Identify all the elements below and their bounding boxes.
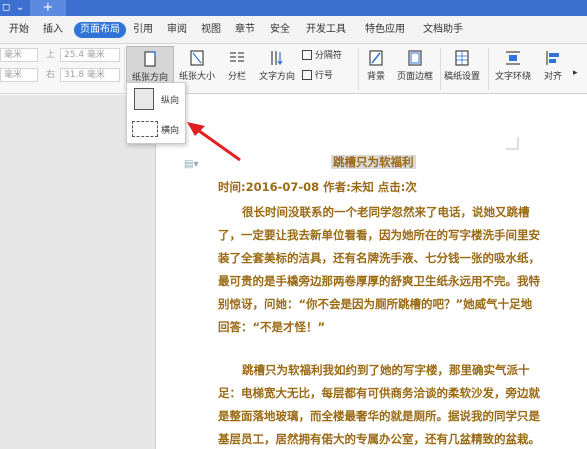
- document-canvas: ▤▾ 跳槽只为软福利 时间:2016-07-08 作者:未知 点击:次 很长时间…: [0, 95, 587, 449]
- draft-grid-icon: [455, 50, 469, 66]
- align-button[interactable]: 对齐: [538, 46, 568, 84]
- annotation-arrow-icon: [187, 122, 241, 162]
- menu-bar: 开始 插入 页面布局 引用 审阅 视图 章节 安全 开发工具 特色应用 文档助手: [0, 16, 587, 44]
- new-tab-button[interactable]: +: [30, 0, 66, 16]
- paragraph-line: 很长时间没联系的一个老同学忽然来了电话，说她又跳槽: [242, 205, 530, 219]
- page-border-button[interactable]: 页面边框: [394, 46, 436, 84]
- window-icon[interactable]: ◻: [2, 2, 14, 14]
- paragraph-line: 装了全套美标的洁具，还有名牌洗手液、七分钱一张的吸水纸，: [218, 251, 540, 265]
- paragraph-line: 足：电梯宽大无比，每层都有可供商务洽谈的柔软沙发，旁边就: [218, 386, 540, 400]
- more-icon[interactable]: ▸: [570, 46, 586, 84]
- line-number-icon: [302, 69, 312, 80]
- background-icon: [369, 50, 383, 66]
- page-corner-mark: [506, 137, 519, 150]
- paragraph-line: 跳槽只为软福利我如约到了她的写字楼，那里确实气派十: [242, 363, 530, 377]
- landscape-option[interactable]: 横向: [130, 116, 184, 142]
- paper-size-button[interactable]: 纸张大小: [176, 46, 218, 84]
- menu-view[interactable]: 视图: [198, 22, 224, 38]
- menu-page-layout[interactable]: 页面布局: [74, 22, 126, 38]
- menu-home[interactable]: 开始: [6, 22, 32, 38]
- page-border-icon: [408, 50, 422, 66]
- draft-setting-button[interactable]: 稿纸设置: [442, 46, 482, 84]
- ribbon-divider: [124, 48, 125, 90]
- paragraph-line: 是整面落地玻璃，而全楼最奢华的就是厕所。据说我的同学只是: [218, 409, 540, 423]
- document-meta: 时间:2016-07-08 作者:未知 点击:次: [218, 180, 417, 194]
- orientation-button[interactable]: 纸张方向: [126, 46, 174, 84]
- margin-bottom-left-field[interactable]: 毫米: [0, 68, 40, 82]
- menu-section[interactable]: 章节: [232, 22, 258, 38]
- menu-review[interactable]: 审阅: [164, 22, 190, 38]
- text-wrap-button[interactable]: 文字环绕: [490, 46, 536, 84]
- menu-developer[interactable]: 开发工具: [301, 22, 351, 38]
- menu-security[interactable]: 安全: [267, 22, 293, 38]
- paper-size-icon: [190, 50, 204, 66]
- paragraph-line: 回答：“不是才怪！”: [218, 320, 326, 334]
- menu-doc-assistant[interactable]: 文档助手: [418, 22, 468, 38]
- orientation-icon: [144, 51, 156, 67]
- orientation-dropdown: 纵向 横向: [126, 82, 186, 144]
- text-direction-button[interactable]: 文字方向: [256, 46, 298, 84]
- background-button[interactable]: 背景: [360, 46, 392, 84]
- menu-special[interactable]: 特色应用: [360, 22, 410, 38]
- document-title: 跳槽只为软福利: [331, 155, 416, 169]
- paragraph-line: 基层员工，居然拥有偌大的专属办公室，还有几盆精致的盆栽。: [218, 432, 540, 446]
- align-icon: [546, 51, 559, 65]
- line-number-button[interactable]: 行号: [302, 68, 354, 82]
- margin-left-field[interactable]: 毫米: [0, 48, 40, 62]
- paragraph-line: 了，一定要让我去新单位看看，因为她所在的写字楼洗手间里安: [218, 228, 540, 242]
- menu-references[interactable]: 引用: [130, 22, 156, 38]
- columns-icon: [230, 52, 244, 62]
- portrait-icon: [134, 88, 154, 110]
- paragraph-line: 别惊讶，问她：“你不会是因为厕所跳槽的吧？”她威气十足地: [218, 297, 533, 311]
- ribbon-divider: [358, 48, 359, 90]
- margin-top-field[interactable]: 上 25.4 毫米: [46, 48, 122, 62]
- ribbon-toolbar: 毫米 上 25.4 毫米 毫米 右 31.8 毫米 纸张方向 纸张大小 分栏 文…: [0, 44, 587, 94]
- chevron-down-icon[interactable]: ⌄: [16, 2, 28, 14]
- text-direction-icon: [271, 51, 283, 66]
- menu-insert[interactable]: 插入: [40, 22, 66, 38]
- ribbon-divider: [440, 48, 441, 90]
- columns-button[interactable]: 分栏: [222, 46, 252, 84]
- paragraph-line: 最可贵的是手橇旁边那两卷厚厚的舒爽卫生纸永远用不完。我特: [218, 274, 540, 288]
- margin-right-field[interactable]: 右 31.8 毫米: [46, 68, 122, 82]
- separator-icon: [302, 49, 312, 60]
- landscape-icon: [132, 121, 158, 137]
- ribbon-divider: [488, 48, 489, 90]
- separator-button[interactable]: 分隔符: [302, 48, 354, 62]
- portrait-option[interactable]: 纵向: [130, 86, 184, 112]
- title-bar: ◻ ⌄ +: [0, 0, 587, 16]
- text-wrap-icon: [506, 51, 520, 65]
